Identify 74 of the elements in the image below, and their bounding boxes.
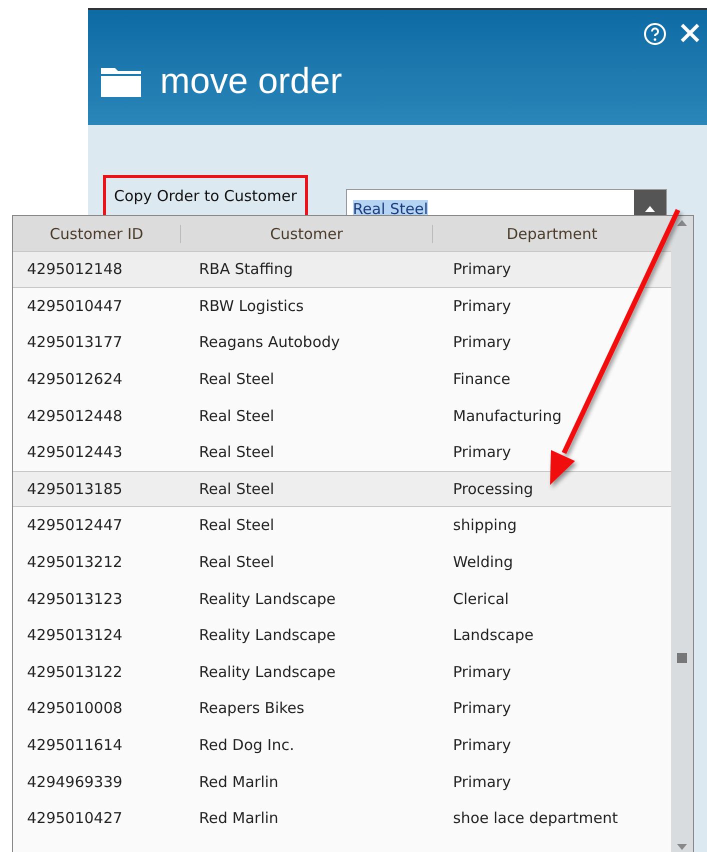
scroll-thumb[interactable] bbox=[677, 653, 687, 663]
customer-row[interactable]: 4295013122 Reality Landscape Primary bbox=[13, 654, 671, 690]
table-cell-text: 4295012624 bbox=[26, 370, 124, 388]
table-cell-text: 4295013185 bbox=[26, 480, 124, 498]
scrollbar[interactable] bbox=[671, 216, 693, 852]
customer-row[interactable]: 4295010008 Reapers Bikes Primary bbox=[13, 690, 671, 727]
table-cell-text: Reality Landscape bbox=[198, 662, 337, 681]
dialog-title: move order bbox=[160, 60, 342, 102]
customer-row[interactable]: 4295011614 Red Dog Inc. Primary bbox=[13, 726, 671, 764]
column-header[interactable]: Customer ID bbox=[13, 224, 181, 242]
table-cell-text: Primary bbox=[452, 699, 512, 718]
table-cell-text: 4295010447 bbox=[26, 296, 124, 315]
table-cell-text: RBW Logistics bbox=[198, 296, 305, 315]
customer-row[interactable]: 4295012447 Real Steel shipping bbox=[13, 507, 671, 544]
table-cell-text: Real Steel bbox=[198, 443, 276, 462]
table-cell-text: 4295010008 bbox=[26, 699, 124, 718]
table-cell-text: Primary bbox=[452, 662, 512, 681]
table-cell-text: Real Steel bbox=[198, 480, 276, 498]
customer-row[interactable]: 4295012443 Real Steel Primary bbox=[13, 434, 671, 471]
table-cell-text: Processing bbox=[452, 480, 534, 498]
table-cell-text: 4295012447 bbox=[26, 516, 124, 534]
table-cell-text: 4295013177 bbox=[26, 333, 124, 352]
table-cell-text: RBA Staffing bbox=[198, 260, 294, 278]
customer-row[interactable]: 4294969339 Red Marlin Primary bbox=[13, 763, 671, 800]
table-cell-text: Primary bbox=[452, 296, 512, 315]
table-cell-text: Reality Landscape bbox=[198, 626, 337, 644]
table-cell-text: 4295013123 bbox=[26, 590, 124, 608]
caret-icon bbox=[644, 206, 655, 212]
table-cell-text: 4295011614 bbox=[26, 736, 124, 754]
table-cell-text: 4295013122 bbox=[26, 662, 124, 681]
table-cell-text: Reagans Autobody bbox=[198, 333, 341, 352]
customer-row[interactable]: 4295013124 Reality Landscape Landscape bbox=[13, 616, 671, 654]
table-cell-text: Finance bbox=[452, 370, 512, 388]
customer-row[interactable]: 4295013177 Reagans Autobody Primary bbox=[13, 324, 671, 361]
table-cell-text: Welding bbox=[452, 553, 514, 572]
table-cell-text: Reality Landscape bbox=[198, 590, 337, 608]
table-cell-text: Primary bbox=[452, 736, 512, 754]
table-cell-text: 4295012448 bbox=[26, 406, 124, 425]
customer-row[interactable]: 4295012148 RBA Staffing Primary bbox=[13, 251, 671, 288]
table-cell-text: Real Steel bbox=[198, 553, 276, 572]
table-cell-text: Red Dog Inc. bbox=[198, 736, 296, 754]
table-cell-text: Landscape bbox=[452, 626, 535, 644]
table-cell-text: Primary bbox=[452, 443, 512, 462]
table-cell-text: 4295013124 bbox=[26, 626, 124, 644]
table-cell-text: 4295010427 bbox=[26, 809, 124, 828]
scroll-down-icon[interactable] bbox=[677, 844, 687, 850]
table-cell-text: Primary bbox=[452, 260, 512, 278]
table-cell-text: Manufacturing bbox=[452, 406, 563, 425]
scroll-up-icon[interactable] bbox=[677, 220, 687, 226]
table-cell-text: 4295013212 bbox=[26, 553, 124, 572]
table-cell-text: 4295012443 bbox=[26, 443, 124, 462]
customer-row[interactable]: 4295010447 RBW Logistics Primary bbox=[13, 288, 671, 324]
table-cell-text: 4295012148 bbox=[26, 260, 124, 278]
customer-row[interactable]: 4295013123 Reality Landscape Clerical bbox=[13, 580, 671, 617]
customer-row[interactable]: 4295012448 Real Steel Manufacturing bbox=[13, 397, 671, 434]
help-icon[interactable] bbox=[643, 22, 667, 46]
table-cell-text: 4294969339 bbox=[26, 772, 124, 791]
table-cell-text: Reapers Bikes bbox=[198, 699, 306, 718]
table-cell-text: shoe lace department bbox=[452, 809, 619, 828]
table-cell-text: Real Steel bbox=[198, 370, 276, 388]
table-cell-text: shipping bbox=[452, 516, 518, 534]
customer-row[interactable]: 4295013212 Real Steel Welding bbox=[13, 544, 671, 580]
table-cell-text: Red Marlin bbox=[198, 809, 280, 828]
customer-row[interactable]: 4295010427 Red Marlin shoe lace department bbox=[13, 800, 671, 836]
column-header[interactable]: Customer bbox=[181, 224, 433, 242]
table-cell-text: Real Steel bbox=[198, 516, 276, 534]
table-cell-text: Real Steel bbox=[198, 406, 276, 425]
table-cell-text: Primary bbox=[452, 772, 512, 791]
table-cell-text: Primary bbox=[452, 333, 512, 352]
table-cell-text: Red Marlin bbox=[198, 772, 280, 791]
table-cell-text: Clerical bbox=[452, 590, 510, 608]
close-icon[interactable] bbox=[679, 22, 701, 44]
customer-row[interactable]: 4295013185 Real Steel Processing bbox=[13, 470, 671, 508]
customer-row[interactable]: 4295012624 Real Steel Finance bbox=[13, 360, 671, 398]
